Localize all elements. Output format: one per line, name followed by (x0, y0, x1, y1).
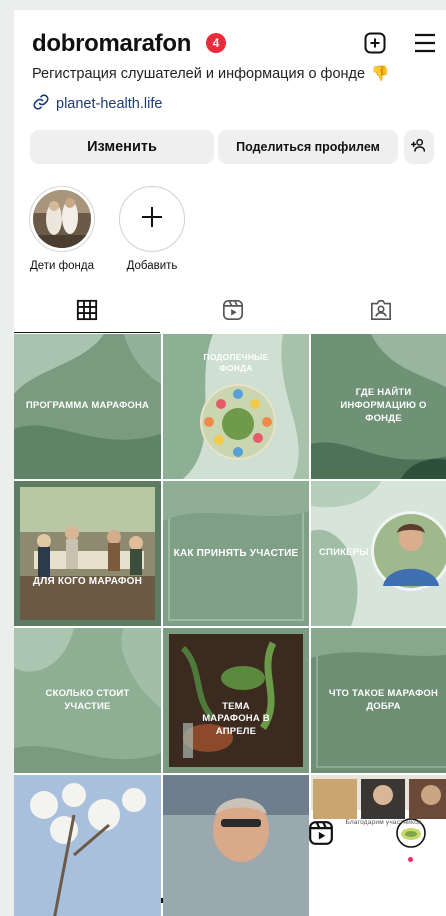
post-tile[interactable]: Благодарим участников (311, 775, 446, 916)
reels-icon (222, 299, 244, 326)
post-title: ТЕМА МАРАФОНА В АПРЕЛЕ (202, 700, 270, 738)
profile-bio: Регистрация слушателей и информация о фо… (32, 65, 389, 82)
edit-profile-button[interactable]: Изменить (30, 130, 214, 164)
notification-badge[interactable]: 4 (206, 33, 226, 53)
link-icon (32, 93, 50, 115)
tab-reels[interactable] (220, 299, 246, 326)
add-person-icon (410, 137, 427, 158)
highlight-children[interactable]: Дети фонда (28, 186, 96, 272)
tab-tagged[interactable] (368, 299, 394, 326)
bio-emoji: 👎 (371, 66, 390, 82)
tab-grid[interactable] (74, 299, 100, 326)
post-tile[interactable]: ГДЕ НАЙТИ ИНФОРМАЦИЮ О ФОНДЕ (311, 334, 446, 479)
post-tile[interactable]: ТЕМА МАРАФОНА В АПРЕЛЕ (163, 628, 309, 773)
highlight-label: Добавить (126, 260, 178, 272)
profile-screen: dobromarafon 4 Регистрация слушателей и … (14, 10, 446, 916)
post-tile[interactable]: ДЛЯ КОГО МАРАФОН (14, 481, 161, 626)
post-tile[interactable] (163, 775, 309, 916)
post-title: ЧТО ТАКОЕ МАРАФОН ДОБРА (328, 687, 439, 712)
post-tile[interactable]: КАК ПРИНЯТЬ УЧАСТИЕ (163, 481, 309, 626)
add-person-button[interactable] (404, 130, 434, 164)
post-tile[interactable]: ПРОГРАММА МАРАФОНА (14, 334, 161, 479)
highlight-add[interactable]: Добавить (118, 186, 186, 272)
plus-icon (140, 205, 164, 234)
highlight-label: Дети фонда (29, 260, 94, 272)
hamburger-menu-icon[interactable] (412, 30, 438, 56)
grid-icon (76, 299, 98, 326)
profile-username[interactable]: dobromarafon (32, 30, 191, 58)
add-highlight-circle (119, 186, 185, 252)
post-title: СКОЛЬКО СТОИТ УЧАСТИЕ (45, 687, 130, 712)
post-title: ДЛЯ КОГО МАРАФОН (32, 575, 143, 587)
plus-square-icon[interactable] (362, 30, 388, 56)
post-title: КАК ПРИНЯТЬ УЧАСТИЕ (173, 547, 299, 559)
post-title: ПОДОПЕЧНЫЕ ФОНДА (203, 352, 269, 374)
post-title: ПРОГРАММА МАРАФОНА (25, 400, 150, 412)
post-caption: Благодарим участников (345, 819, 422, 826)
highlight-children-cover (29, 186, 95, 252)
share-profile-button[interactable]: Поделиться профилем (218, 130, 398, 164)
post-tile[interactable]: СПИКЕРЫ (311, 481, 446, 626)
post-tile[interactable]: ЧТО ТАКОЕ МАРАФОН ДОБРА (311, 628, 446, 773)
post-tile[interactable]: ПОДОПЕЧНЫЕ ФОНДА (163, 334, 309, 479)
posts-grid: ПРОГРАММА МАРАФОНА ПОДОПЕЧНЫЕ ФОНДА ГДЕ … (14, 334, 446, 916)
post-title: ГДЕ НАЙТИ ИНФОРМАЦИЮ О ФОНДЕ (340, 387, 427, 424)
tagged-icon (370, 299, 392, 326)
post-tile[interactable] (14, 775, 161, 916)
active-tab-indicator (14, 332, 160, 333)
profile-link[interactable]: planet-health.life (32, 93, 162, 115)
post-title: СПИКЕРЫ (319, 547, 369, 559)
link-text: planet-health.life (56, 96, 163, 112)
post-tile[interactable]: СКОЛЬКО СТОИТ УЧАСТИЕ (14, 628, 161, 773)
bio-text: Регистрация слушателей и информация о фо… (32, 66, 366, 82)
